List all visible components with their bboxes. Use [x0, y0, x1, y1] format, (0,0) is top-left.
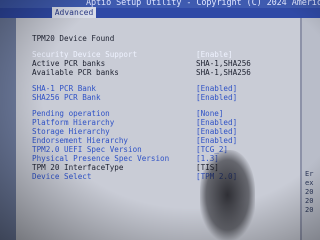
security-device-support-value[interactable]: [Enable]	[196, 50, 233, 59]
tpm20-uefi-spec-version-label[interactable]: TPM2.0 UEFI Spec Version	[32, 145, 142, 154]
section-title: TPM20 Device Found	[32, 34, 115, 43]
sha1-pcr-bank-label[interactable]: SHA-1 PCR Bank	[32, 84, 96, 93]
tab-advanced[interactable]: Advanced	[52, 7, 96, 18]
help-line: Er	[305, 170, 314, 178]
left-margin	[0, 18, 16, 240]
physical-presence-spec-version-label[interactable]: Physical Presence Spec Version	[32, 154, 169, 163]
storage-hierarchy-label[interactable]: Storage Hierarchy	[32, 127, 110, 136]
available-pcr-banks-value: SHA-1,SHA256	[196, 68, 251, 77]
tpm20-uefi-spec-version-value[interactable]: [TCG_2]	[196, 145, 228, 154]
endorsement-hierarchy-value[interactable]: [Enabled]	[196, 136, 237, 145]
help-line: ex	[305, 179, 314, 187]
help-line: 20	[305, 206, 314, 214]
endorsement-hierarchy-label[interactable]: Endorsement Hierarchy	[32, 136, 128, 145]
help-line: 20	[305, 188, 314, 196]
help-text: Er ex 20 20 20	[305, 170, 319, 240]
sha256-pcr-bank-label[interactable]: SHA256 PCR Bank	[32, 93, 101, 102]
sha1-pcr-bank-value[interactable]: [Enabled]	[196, 84, 237, 93]
sha256-pcr-bank-value[interactable]: [Enabled]	[196, 93, 237, 102]
active-pcr-banks-label: Active PCR banks	[32, 59, 106, 68]
platform-hierarchy-label[interactable]: Platform Hierarchy	[32, 118, 114, 127]
pending-operation-value[interactable]: [None]	[196, 109, 223, 118]
tpm20-interface-type-label: TPM 20 InterfaceType	[32, 163, 124, 172]
platform-hierarchy-value[interactable]: [Enabled]	[196, 118, 237, 127]
active-pcr-banks-value: SHA-1,SHA256	[196, 59, 251, 68]
window-title: Aptio Setup Utility - Copyright (C) 2024…	[86, 0, 320, 8]
help-line: 20	[305, 197, 314, 205]
tab-bar	[0, 8, 320, 18]
storage-hierarchy-value[interactable]: [Enabled]	[196, 127, 237, 136]
pending-operation-label[interactable]: Pending operation	[32, 109, 110, 118]
tpm20-interface-type-value: [TIS]	[196, 163, 219, 172]
device-select-label[interactable]: Device Select	[32, 172, 91, 181]
security-device-support-label[interactable]: Security Device Support	[32, 50, 137, 59]
device-select-value[interactable]: [TPM 2.0]	[196, 172, 237, 181]
physical-presence-spec-version-value[interactable]: [1.3]	[196, 154, 219, 163]
available-pcr-banks-label: Available PCR banks	[32, 68, 119, 77]
